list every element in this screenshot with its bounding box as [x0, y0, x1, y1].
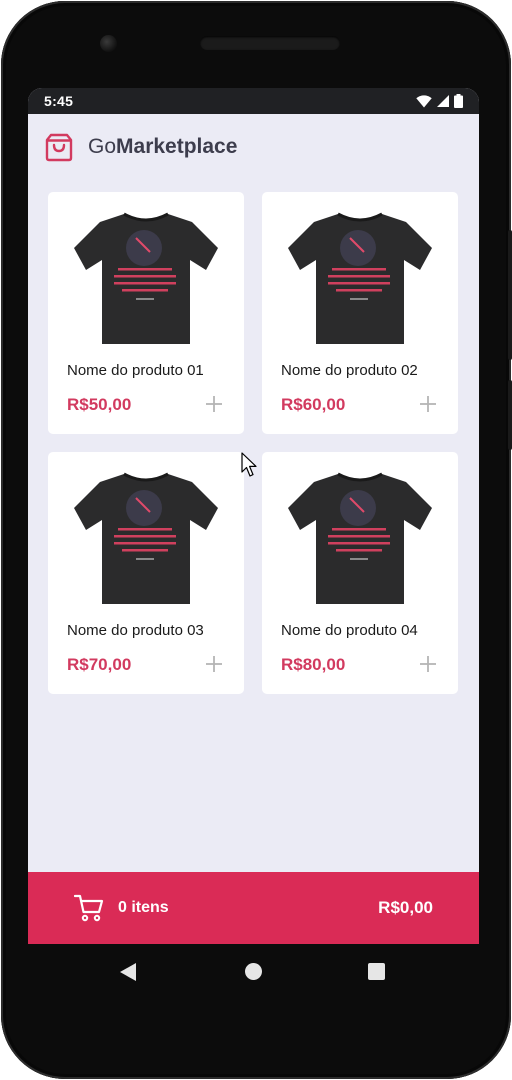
signal-icon: [437, 95, 449, 107]
app-title-go: Go: [88, 135, 117, 158]
add-to-cart-button[interactable]: [200, 390, 228, 418]
plus-icon: [420, 396, 436, 412]
plus-icon: [420, 656, 436, 672]
cart-total-price: R$0,00: [378, 898, 433, 917]
plus-icon: [206, 396, 222, 412]
product-card[interactable]: Nome do produto 02 R$60,00: [262, 192, 458, 434]
shopping-bag-icon: [45, 133, 73, 162]
add-to-cart-button[interactable]: [414, 650, 442, 678]
product-price: R$50,00: [67, 395, 132, 414]
home-icon[interactable]: [245, 963, 262, 980]
recents-icon[interactable]: [368, 963, 385, 980]
battery-icon: [454, 94, 463, 108]
app-title: GoMarketplace: [88, 135, 237, 159]
tshirt-image: [288, 212, 432, 344]
earpiece-speaker: [200, 36, 340, 50]
product-name: Nome do produto 03: [67, 622, 204, 639]
product-card[interactable]: Nome do produto 01 R$50,00: [48, 192, 244, 434]
product-name: Nome do produto 01: [67, 362, 204, 379]
product-card[interactable]: Nome do produto 04 R$80,00: [262, 452, 458, 694]
status-icons: [416, 94, 463, 108]
status-time: 5:45: [44, 93, 74, 109]
product-price: R$60,00: [281, 395, 346, 414]
shopping-cart-icon: [74, 894, 104, 922]
cart-item-count: 0 itens: [118, 899, 169, 916]
floating-cart[interactable]: 0 itens R$0,00: [28, 872, 479, 944]
add-to-cart-button[interactable]: [414, 390, 442, 418]
plus-icon: [206, 656, 222, 672]
front-camera: [100, 35, 117, 52]
power-button: [508, 230, 512, 360]
wifi-icon: [416, 94, 432, 107]
product-price: R$70,00: [67, 655, 132, 674]
mouse-pointer-icon: [241, 452, 257, 477]
tshirt-image: [74, 472, 218, 604]
status-bar: 5:45: [28, 88, 479, 114]
product-card[interactable]: Nome do produto 03 R$70,00: [48, 452, 244, 694]
tshirt-image: [74, 212, 218, 344]
product-name: Nome do produto 04: [281, 622, 418, 639]
tshirt-image: [288, 472, 432, 604]
product-name: Nome do produto 02: [281, 362, 418, 379]
back-icon[interactable]: [118, 962, 138, 982]
app-title-marketplace: Marketplace: [116, 135, 238, 158]
app-header: GoMarketplace: [44, 132, 237, 162]
product-price: R$80,00: [281, 655, 346, 674]
volume-button: [508, 380, 512, 450]
app-screen: 5:45 GoMarketplace Nome do produto 01 R$…: [28, 88, 479, 944]
add-to-cart-button[interactable]: [200, 650, 228, 678]
